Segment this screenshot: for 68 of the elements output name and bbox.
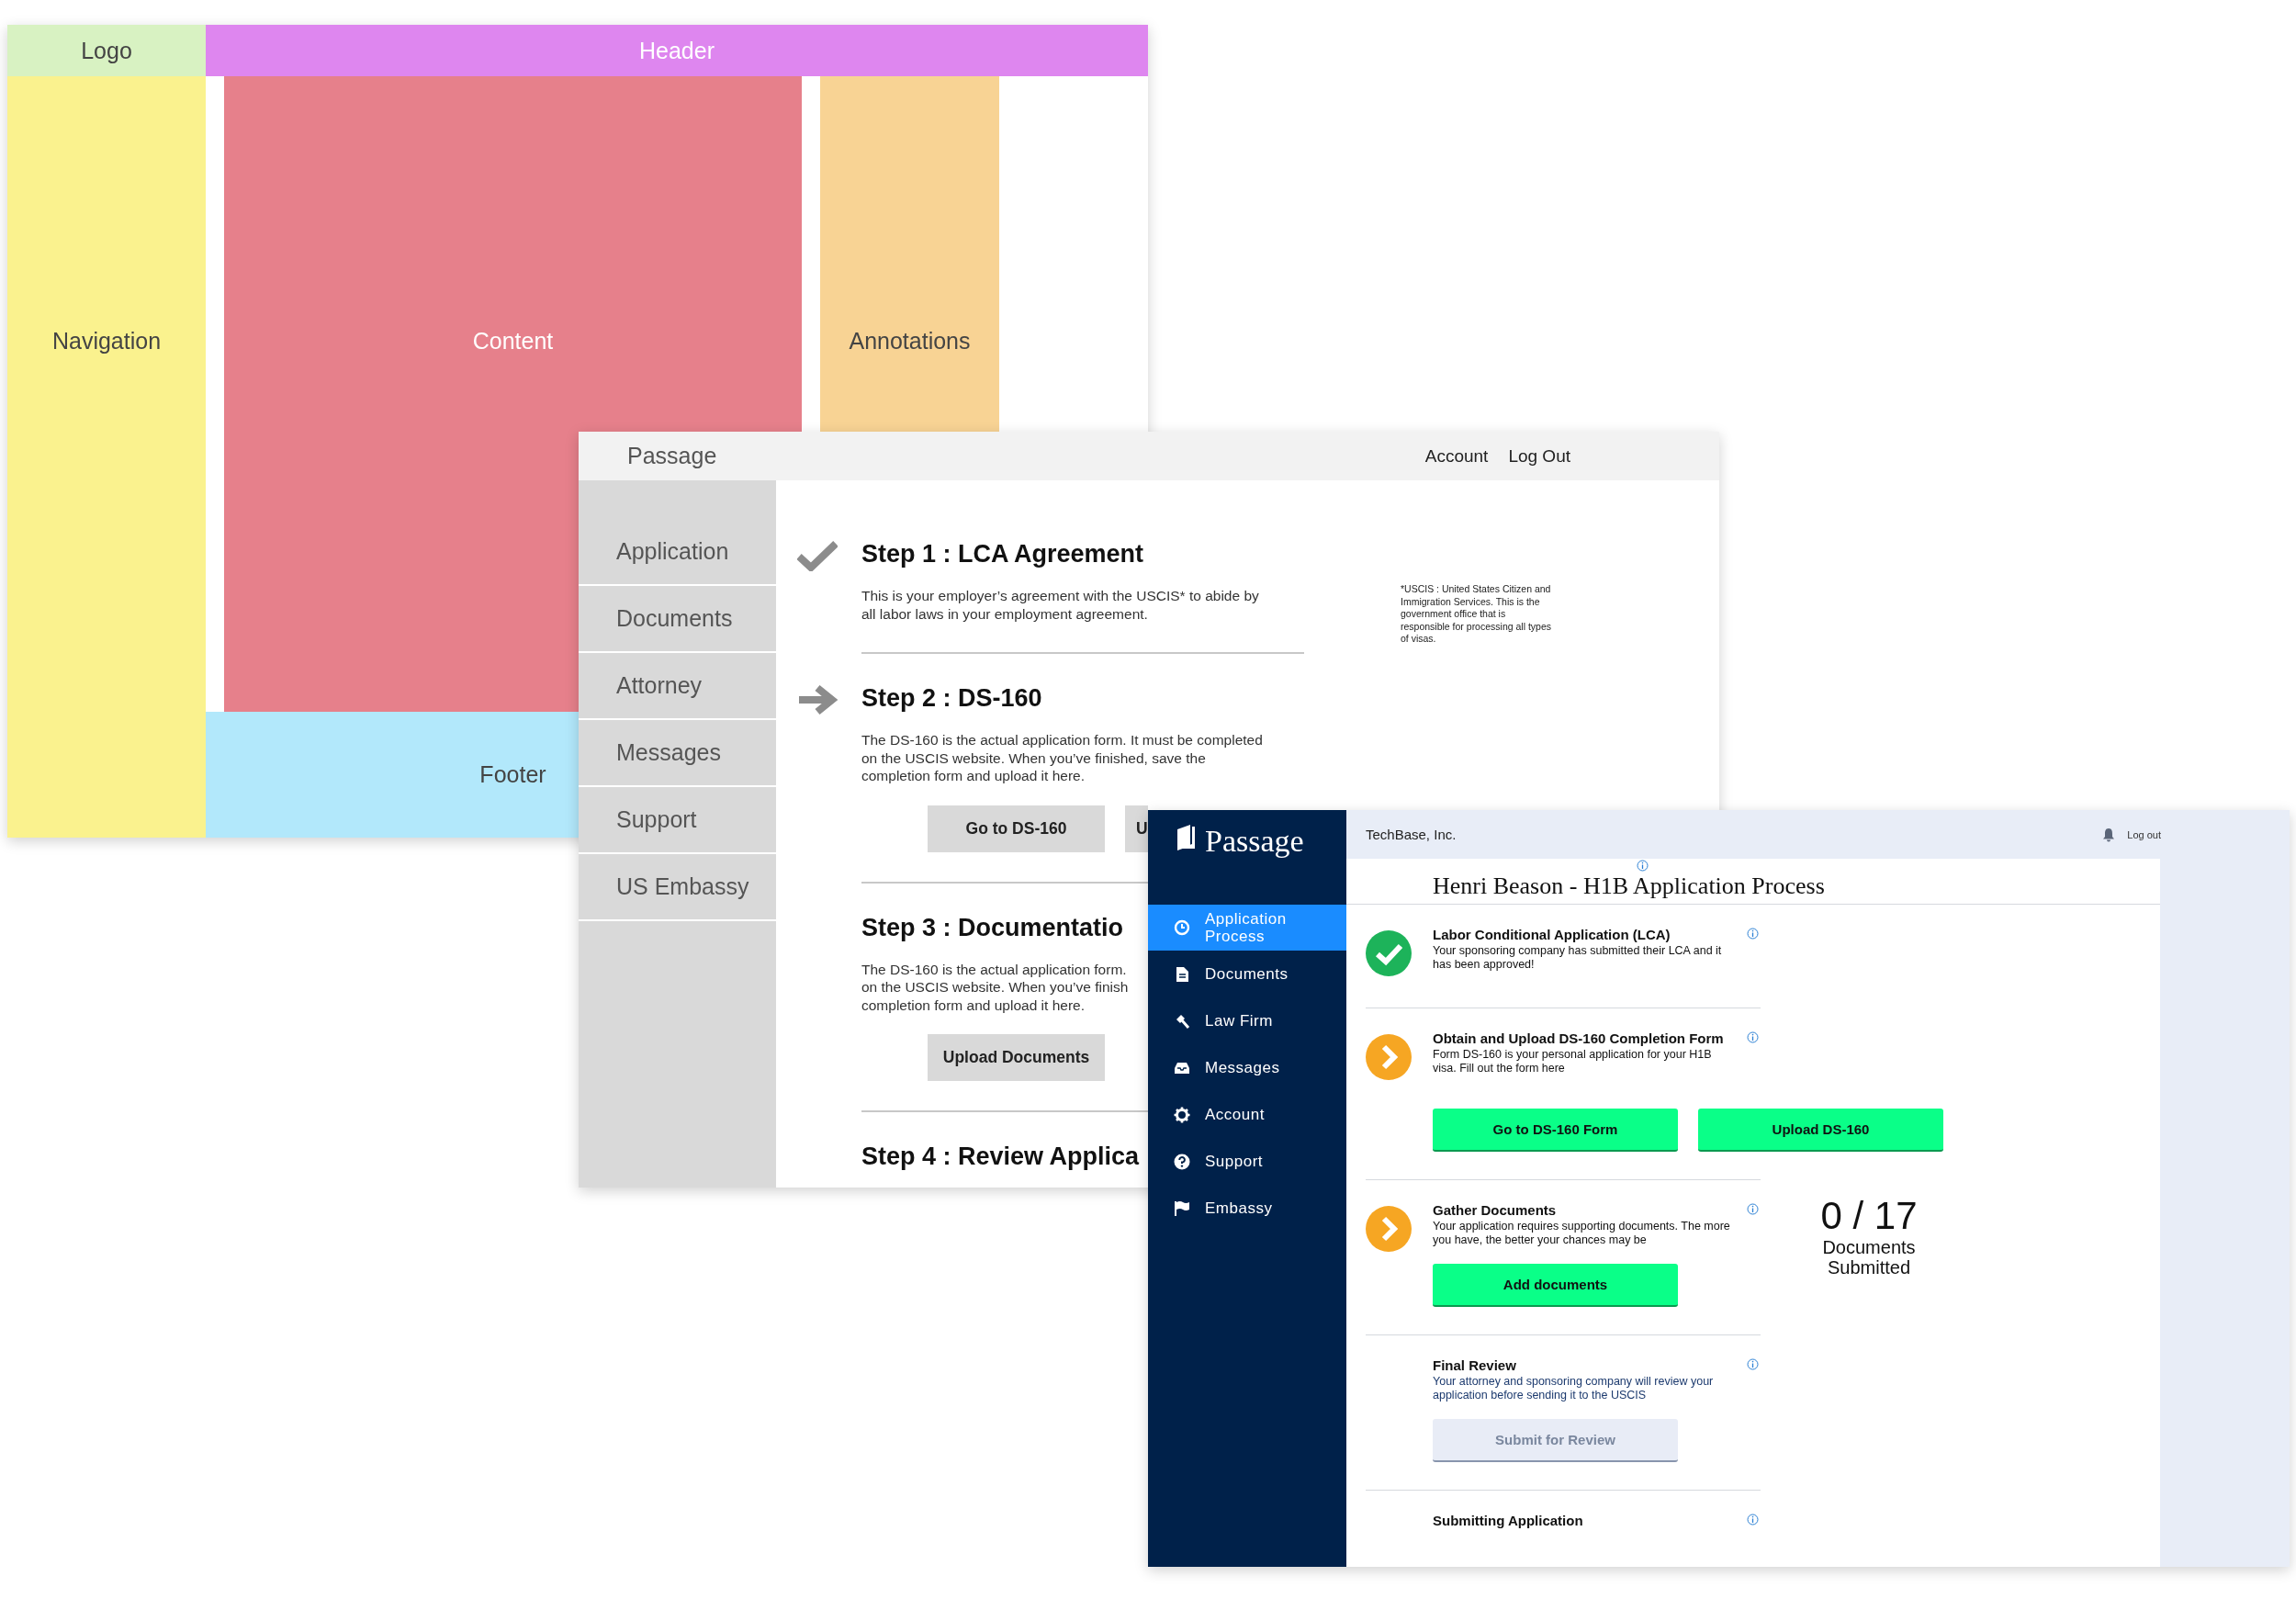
page-title: Henri Beason - H1B Application Process [1433,873,1825,900]
info-icon [1747,1514,1759,1526]
region-label: Content [472,328,554,355]
flag-icon [1174,1199,1190,1217]
section-description: Your sponsoring company has submitted their LCA and it has been approved! [1433,944,1723,972]
chevron-circle-icon [1366,1206,1412,1252]
sidebar-item[interactable]: Law Firm [1148,997,1346,1044]
sidebar-item[interactable]: Application [579,519,776,586]
region-label: Logo [81,37,132,64]
book-icon [1176,824,1196,851]
region-label: Footer [479,761,546,788]
nav-link[interactable]: Account [1424,445,1489,467]
checkmark-icon [797,540,838,571]
section-title: Final Review [1433,1357,1517,1375]
step-title: Step 2 : DS-160 [861,683,1042,714]
company-name: TechBase, Inc. [1366,827,1457,842]
info-icon [1747,1358,1759,1370]
clock-icon [1174,919,1190,936]
arrow-icon [797,684,839,715]
document-count: 0 / 17 [1819,1195,1919,1237]
document-icon [1174,965,1190,983]
step-title: Step 4 : Review Applica [861,1142,1140,1172]
sidebar-item[interactable]: Documents [1148,951,1346,997]
section-title: Obtain and Upload DS-160 Completion Form [1433,1030,1725,1048]
logout-link[interactable]: Log out [2127,828,2161,840]
sidebar-item[interactable]: Messages [579,720,776,787]
section-title: Gather Documents [1433,1201,1558,1220]
bell-icon [2101,827,2117,842]
section-title: Submitting Application [1433,1512,1584,1530]
action-button[interactable]: U [1125,805,1148,852]
section-description: Your application requires supporting documents. The more you have, the better your chances may be [1433,1220,1731,1247]
step-title: Step 1 : LCA Agreement [861,539,1144,569]
sidebar-item[interactable]: Account [1148,1091,1346,1138]
info-icon [1637,860,1649,872]
section-description: Your attorney and sponsoring company will review your application before sending it to the USCIS [1433,1375,1715,1402]
region-label: Navigation [51,328,162,355]
step-description: This is your employer’s agreement with the USCIS* to abide by all labor laws in your employment agreement. [861,587,1259,623]
help-icon [1174,1153,1190,1170]
action-button[interactable]: Upload DS-160 [1698,1109,1943,1152]
chevron-circle-icon [1366,1034,1412,1080]
region-label: Annotations [849,328,971,355]
action-button[interactable]: Upload Documents [928,1034,1105,1081]
app-name: Passage [627,443,717,469]
section-title: Labor Conditional Application (LCA) [1433,926,1671,944]
sidebar-item[interactable]: Embassy [1148,1185,1346,1232]
annotation-note: *USCIS : United States Citizen and Immigration Services. This is the government office that is responsible for processing all types of visas. [1401,583,1552,646]
sidebar-item[interactable]: Support [1148,1138,1346,1185]
app-name: Passage [1205,824,1304,859]
info-icon [1747,1031,1759,1043]
settings-icon [1174,1106,1190,1123]
action-button[interactable]: Go to DS-160 [928,805,1105,852]
step-description: The DS-160 is the actual application form. on the USCIS website. When you’ve finish completion form and upload it here. [861,960,1129,1014]
sidebar-item[interactable]: Support [579,787,776,854]
step-title: Step 3 : Documentatio [861,912,1124,943]
sidebar-item[interactable]: Attorney [579,653,776,720]
count-label: Documents Submitted [1821,1237,1917,1278]
nav-link[interactable]: Log Out [1508,445,1570,467]
sidebar-item[interactable]: Documents [579,586,776,653]
info-icon [1747,928,1759,940]
check-circle-icon [1366,930,1412,976]
step-description: The DS-160 is the actual application form. It must be completed on the USCIS website. When you’ve finished, save the completion form and upload it here. [861,731,1263,785]
section-description: Form DS-160 is your personal application for your H1B visa. Fill out the form here [1433,1048,1713,1075]
action-button[interactable]: Go to DS-160 Form [1433,1109,1678,1152]
action-button[interactable]: Add documents [1433,1264,1678,1307]
sidebar-item[interactable]: Messages [1148,1044,1346,1091]
region-label: Header [639,37,715,64]
info-icon [1747,1203,1759,1215]
sidebar-item[interactable]: US Embassy [579,854,776,921]
